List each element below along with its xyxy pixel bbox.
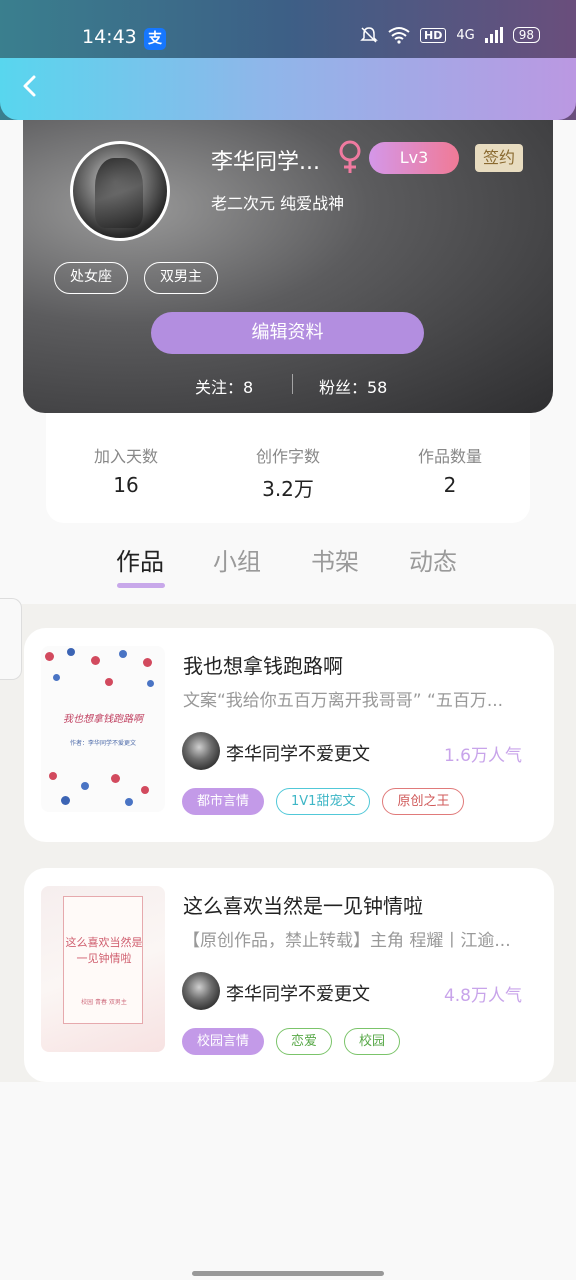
stat-label: 作品数量 xyxy=(417,447,482,466)
stat-word-count: 创作字数 3.2万 xyxy=(208,443,368,502)
stat-value: 16 xyxy=(113,473,139,497)
cover-dot xyxy=(53,674,60,681)
work-title[interactable]: 我也想拿钱跑路啊 xyxy=(183,650,343,679)
author-name: 李华同学不爱更文 xyxy=(226,744,370,765)
chevron-left-icon xyxy=(23,75,36,97)
cover-dot xyxy=(111,774,120,783)
work-tag: 校园言情 xyxy=(182,1028,265,1055)
avatar[interactable] xyxy=(70,141,170,241)
back-button[interactable] xyxy=(16,72,48,104)
work-description: 文案“我给你五百万离开我哥哥” “五百万... xyxy=(183,691,504,711)
cover-dot xyxy=(141,786,149,794)
active-tab-indicator xyxy=(117,583,165,588)
female-icon xyxy=(339,140,361,173)
work-tag: 校园 xyxy=(344,1028,401,1055)
work-card[interactable]: 我也想拿钱跑路啊 作者：李华同学不爱更文 我也想拿钱跑路啊 文案“我给你五百万离… xyxy=(24,628,554,842)
cover-dot xyxy=(143,658,152,667)
mute-bell-icon xyxy=(360,27,378,43)
stat-value: 2 xyxy=(443,473,457,497)
side-drawer-handle[interactable] xyxy=(0,598,22,680)
profile-tag: 处女座 xyxy=(54,262,128,294)
hd-icon: HD xyxy=(420,27,447,43)
author-avatar xyxy=(182,972,220,1010)
stat-works-count: 作品数量 2 xyxy=(370,443,530,497)
cover-title: 这么喜欢当然是一见钟情啦 xyxy=(65,936,143,965)
stat-join-days: 加入天数 16 xyxy=(46,443,206,497)
works-list: 我也想拿钱跑路啊 作者：李华同学不爱更文 我也想拿钱跑路啊 文案“我给你五百万离… xyxy=(0,604,576,1082)
battery-icon: 98 xyxy=(512,27,540,43)
edit-profile-button[interactable]: 编辑资料 xyxy=(151,312,424,354)
cover-dot xyxy=(147,680,154,687)
work-title[interactable]: 这么喜欢当然是一见钟情啦 xyxy=(183,890,423,919)
cover-dot xyxy=(91,656,100,665)
profile-tag: 双男主 xyxy=(144,262,218,294)
cover-subtitle: 作者：李华同学不爱更文 xyxy=(69,740,136,747)
wifi-icon xyxy=(388,27,410,44)
work-tag: 1V1甜宠文 xyxy=(276,788,371,815)
profile-tags: 处女座 双男主 xyxy=(54,262,218,294)
work-tags: 校园言情 恋爱 校园 xyxy=(182,1028,401,1055)
work-card[interactable]: 这么喜欢当然是一见钟情啦 校园 青春 双男主 这么喜欢当然是一见钟情啦 【原创作… xyxy=(24,868,554,1082)
popularity: 1.6万人气 xyxy=(443,746,522,766)
status-time: 14:43 xyxy=(82,26,137,48)
book-cover: 这么喜欢当然是一见钟情啦 校园 青春 双男主 xyxy=(41,886,165,1052)
nav-bar xyxy=(0,58,576,120)
signed-badge: 签约 xyxy=(475,144,523,172)
signal-icon xyxy=(484,27,503,43)
status-bar: 14:43 支 HD 4G 98 xyxy=(0,0,576,58)
work-tag: 原创之王 xyxy=(382,788,465,815)
work-tags: 都市言情 1V1甜宠文 原创之王 xyxy=(182,788,465,815)
follow-stats: 关注：8 粉丝：58 xyxy=(23,372,553,398)
cover-dot xyxy=(45,652,54,661)
tab-activity[interactable]: 动态 xyxy=(409,542,457,577)
author-avatar xyxy=(182,732,220,770)
network-type: 4G xyxy=(456,27,475,43)
tab-bar: 作品 小组 书架 动态 xyxy=(0,530,576,604)
tab-works[interactable]: 作品 xyxy=(116,542,164,577)
stats-panel: 加入天数 16 创作字数 3.2万 作品数量 2 xyxy=(46,413,530,523)
popularity: 4.8万人气 xyxy=(443,986,522,1006)
cover-dot xyxy=(125,798,133,806)
status-icons: HD 4G 98 xyxy=(360,26,540,44)
cover-dot xyxy=(67,648,75,656)
bio: 老二次元 纯爱战神 xyxy=(211,194,345,213)
cover-frame: 这么喜欢当然是一见钟情啦 校园 青春 双男主 xyxy=(63,896,143,1024)
home-indicator[interactable] xyxy=(192,1271,384,1276)
stat-label: 加入天数 xyxy=(93,447,158,466)
stat-label: 创作字数 xyxy=(255,447,320,466)
level-badge: Lv3 xyxy=(369,142,459,174)
cover-dot xyxy=(105,678,113,686)
cover-title: 我也想拿钱跑路啊 xyxy=(63,714,143,725)
cover-subtitle: 校园 青春 双男主 xyxy=(81,999,127,1006)
author-name: 李华同学不爱更文 xyxy=(226,984,370,1005)
cover-dot xyxy=(119,650,127,658)
book-cover: 我也想拿钱跑路啊 作者：李华同学不爱更文 xyxy=(41,646,165,812)
divider xyxy=(292,374,293,394)
work-description: 【原创作品，禁止转载】主角 程耀丨江逾... xyxy=(183,931,511,951)
following-count[interactable]: 关注：8 xyxy=(195,374,253,398)
work-tag: 恋爱 xyxy=(276,1028,333,1055)
tab-bookshelf[interactable]: 书架 xyxy=(311,542,359,577)
cover-dot xyxy=(81,782,89,790)
cover-dot xyxy=(49,772,57,780)
stat-value: 3.2万 xyxy=(262,477,314,501)
tab-groups[interactable]: 小组 xyxy=(213,542,261,577)
username: 李华同学... xyxy=(211,150,320,175)
followers-count[interactable]: 粉丝：58 xyxy=(319,374,387,398)
cover-dot xyxy=(61,796,70,805)
alipay-icon: 支 xyxy=(144,28,166,50)
work-tag: 都市言情 xyxy=(182,788,265,815)
profile-card: 李华同学... Lv3 签约 老二次元 纯爱战神 处女座 双男主 编辑资料 关注… xyxy=(23,120,553,413)
